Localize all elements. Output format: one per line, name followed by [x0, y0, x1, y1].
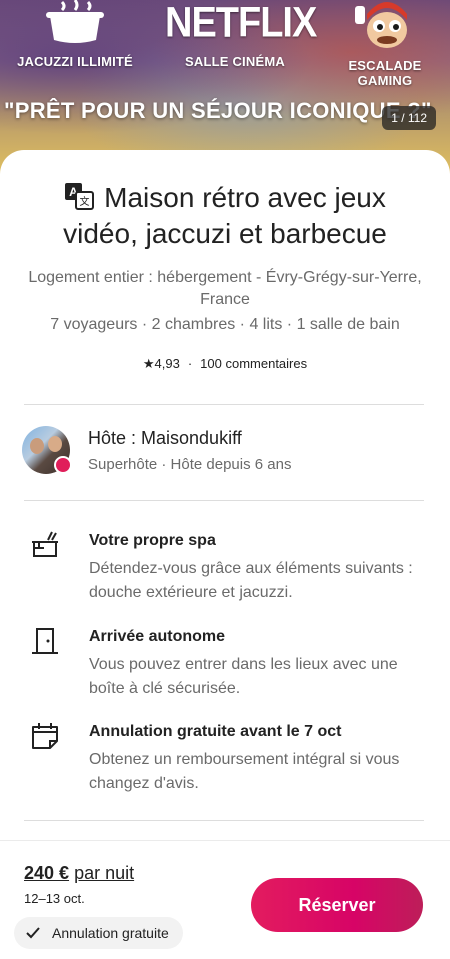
- amenity-desc: Obtenez un remboursement intégral si vou…: [89, 751, 400, 792]
- amenity-item: Arrivée autonome Vous pouvez entrer dans…: [24, 626, 426, 706]
- svg-text:文: 文: [80, 195, 90, 208]
- host-name: Hôte : Maisondukiff: [88, 428, 242, 448]
- listing-location: Logement entier : hébergement - Évry-Gré…: [28, 269, 422, 308]
- price-amount: 240 €: [24, 863, 70, 883]
- rating-value: 4,93: [154, 356, 180, 371]
- separator-dot: ·: [187, 356, 193, 371]
- netflix-logo: NETFLIX: [165, 0, 317, 47]
- gaming-character-icon: [355, 2, 407, 48]
- booking-footer: 240 € par nuit 12–13 oct. Annulation gra…: [0, 840, 450, 959]
- listing-rating: ★4,93 · 100 commentaires: [24, 356, 426, 372]
- amenity-desc: Détendez-vous grâce aux éléments suivant…: [89, 560, 413, 601]
- divider: [24, 820, 424, 821]
- divider: [24, 404, 424, 405]
- check-icon: [26, 927, 40, 939]
- amenity-title: Annulation gratuite avant le 7 oct: [89, 723, 342, 740]
- host-section[interactable]: Hôte : Maisondukiff Superhôte · Hôte dep…: [22, 426, 426, 476]
- reserve-button[interactable]: Réserver: [251, 878, 423, 932]
- star-icon: ★: [142, 356, 155, 371]
- translate-icon[interactable]: A 文: [64, 182, 95, 210]
- amenity-item: Votre propre spa Détendez-vous grâce aux…: [24, 530, 426, 610]
- photo-counter: 1 / 112: [382, 106, 436, 130]
- listing-specs: 7 voyageurs · 2 chambres · 4 lits · 1 sa…: [50, 316, 400, 333]
- hero-feature-gaming: ESCALADE GAMING: [330, 0, 440, 88]
- free-cancellation-badge: Annulation gratuite: [14, 917, 183, 949]
- hero-feature-label: JACUZZI ILLIMITÉ: [17, 54, 133, 69]
- hero-feature-label: ESCALADE GAMING: [330, 58, 440, 88]
- hero-features: JACUZZI ILLIMITÉ NETFLIX SALLE CINÉMA ES…: [0, 0, 450, 95]
- listing-title: A 文 Maison rétro avec jeux vidéo, jaccuz…: [24, 180, 426, 252]
- free-cancellation-label: Annulation gratuite: [52, 925, 169, 941]
- door-icon: [32, 628, 58, 654]
- hero-feature-label: SALLE CINÉMA: [185, 54, 285, 69]
- reviews-link[interactable]: 100 commentaires: [200, 356, 307, 371]
- stay-dates: 12–13 oct.: [24, 891, 85, 906]
- listing-title-text: Maison rétro avec jeux vidéo, jaccuzi et…: [63, 182, 387, 249]
- divider: [24, 500, 424, 501]
- price-per-night: par nuit: [74, 863, 135, 883]
- amenity-desc: Vous pouvez entrer dans les lieux avec u…: [89, 656, 398, 697]
- hero-feature-label-line2: GAMING: [357, 73, 413, 88]
- hero-feature-jacuzzi: JACUZZI ILLIMITÉ: [10, 0, 140, 69]
- hot-tub-icon: [46, 0, 104, 43]
- listing-title-wrap: A 文 Maison rétro avec jeux vidéo, jaccuz…: [24, 180, 426, 252]
- hero-feature-cinema: NETFLIX SALLE CINÉMA: [165, 0, 317, 69]
- hero-tagline: "PRÊT POUR UN SÉJOUR ICONIQUE ?": [4, 98, 432, 123]
- amenity-title: Arrivée autonome: [89, 628, 226, 645]
- price[interactable]: 240 € par nuit: [24, 863, 134, 884]
- hero-feature-label-line1: ESCALADE: [348, 58, 422, 73]
- amenity-item: Annulation gratuite avant le 7 oct Obten…: [24, 721, 426, 801]
- amenity-title: Votre propre spa: [89, 532, 216, 549]
- listing-sheet: A 文 Maison rétro avec jeux vidéo, jaccuz…: [0, 150, 450, 959]
- calendar-icon: [32, 723, 58, 749]
- spa-icon: [32, 531, 58, 557]
- host-subtitle: Superhôte · Hôte depuis 6 ans: [88, 456, 292, 473]
- hero-photo-carousel[interactable]: JACUZZI ILLIMITÉ NETFLIX SALLE CINÉMA ES…: [0, 0, 450, 175]
- superhost-badge-icon: [54, 456, 72, 474]
